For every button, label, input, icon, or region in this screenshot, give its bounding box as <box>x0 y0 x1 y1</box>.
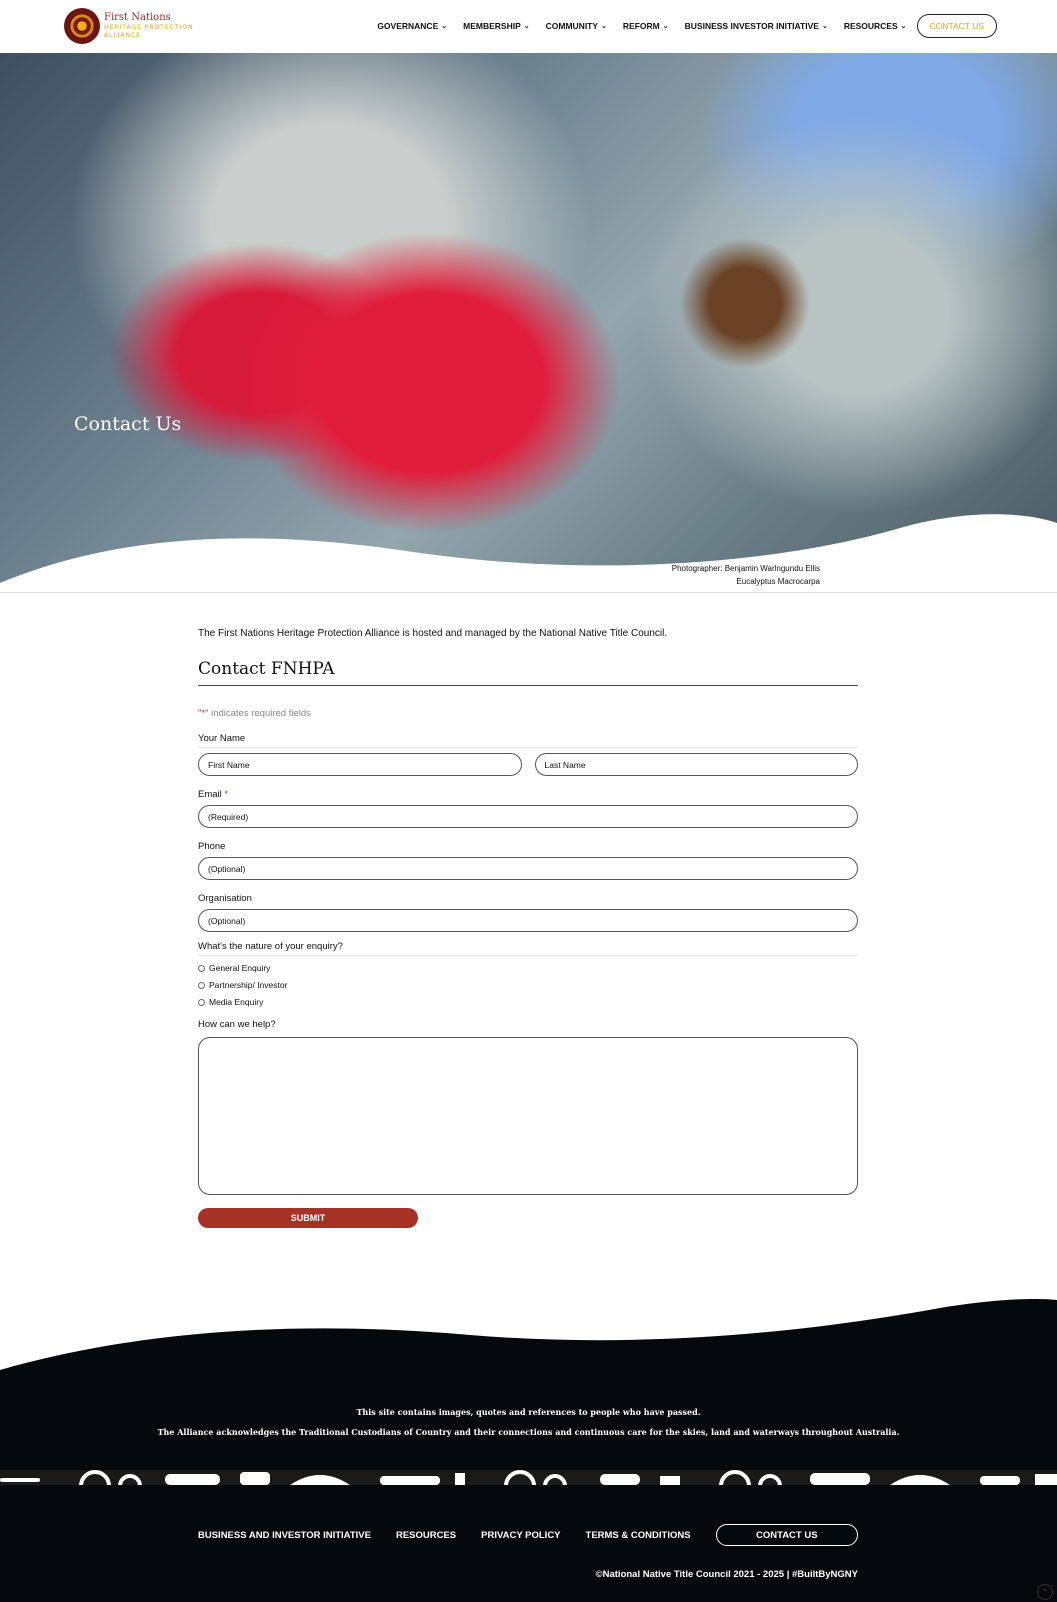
nav-label: RESOURCES <box>843 21 898 31</box>
footer-link-business-investor[interactable]: BUSINESS AND INVESTOR INITIATIVE <box>198 1530 371 1541</box>
caption-species: Eucalyptus Macrocarpa <box>736 577 820 586</box>
first-name-input[interactable]: First Name <box>198 753 522 776</box>
phone-label: Phone <box>198 841 226 852</box>
contact-us-button[interactable]: CONTACT US <box>916 14 997 38</box>
required-fields-note: "*" indicates required fields <box>198 708 858 719</box>
enquiry-group-line <box>198 955 858 956</box>
footer-link-privacy-policy[interactable]: PRIVACY POLICY <box>481 1530 560 1541</box>
logo-emblem-icon <box>64 8 100 44</box>
footer-link-resources[interactable]: RESOURCES <box>396 1530 456 1541</box>
section-divider <box>0 592 1057 593</box>
logo-line-2: HERITAGE PROTECTION <box>104 24 194 31</box>
name-group-line <box>198 747 858 748</box>
radio-label: Media Enquiry <box>209 997 264 1007</box>
radio-button-icon[interactable] <box>198 981 205 989</box>
radio-button-icon[interactable] <box>198 964 205 972</box>
intro-text: The First Nations Heritage Protection Al… <box>198 628 668 639</box>
chevron-down-icon: ⌄ <box>441 23 448 30</box>
back-to-top-button[interactable]: ⌃ <box>1037 1584 1053 1600</box>
footer-link-terms[interactable]: TERMS & CONDITIONS <box>586 1530 691 1541</box>
nav-membership[interactable]: MEMBERSHIP ⌄ <box>463 21 530 31</box>
logo-text: First Nations HERITAGE PROTECTION ALLIAN… <box>104 13 194 39</box>
radio-button-icon[interactable] <box>198 998 205 1006</box>
chevron-up-icon: ⌃ <box>1041 1587 1049 1597</box>
footer-pattern-band <box>0 1470 1057 1485</box>
nav-label: GOVERNANCE <box>377 21 439 31</box>
photo-caption: Photographer: Benjamin Warlngundu Ellis … <box>672 562 820 588</box>
footer-notice-passed: This site contains images, quotes and re… <box>356 1407 701 1417</box>
email-label: Email * <box>198 789 858 800</box>
footer-wave-divider <box>0 1298 1057 1380</box>
page-title: Contact Us <box>74 413 182 435</box>
copyright-text: ©National Native Title Council 2021 - 20… <box>595 1569 858 1580</box>
radio-label: General Enquiry <box>209 963 271 973</box>
nav-label: REFORM <box>622 21 660 31</box>
submit-button[interactable]: SUBMIT <box>198 1208 418 1228</box>
last-name-input[interactable]: Last Name <box>534 753 858 776</box>
main-nav: GOVERNANCE ⌄ MEMBERSHIP ⌄ COMMUNITY ⌄ REFOR… <box>361 14 997 38</box>
chevron-down-icon: ⌄ <box>900 23 907 30</box>
name-fields: First Name Last Name <box>198 753 858 776</box>
footer-acknowledgement: The Alliance acknowledges the Traditiona… <box>157 1427 900 1437</box>
footer-nav: BUSINESS AND INVESTOR INITIATIVE RESOURC… <box>198 1524 858 1546</box>
radio-partnership-investor[interactable]: Partnership/ Investor <box>198 980 858 990</box>
nav-label: COMMUNITY <box>545 21 599 31</box>
site-header: First Nations HERITAGE PROTECTION ALLIAN… <box>0 0 1057 53</box>
main-content: The First Nations Heritage Protection Al… <box>198 628 858 1228</box>
nav-governance[interactable]: GOVERNANCE ⌄ <box>377 21 447 31</box>
email-required-star: * <box>224 789 229 800</box>
form-title: Contact FNHPA <box>198 659 858 686</box>
logo-line-3: ALLIANCE <box>104 32 142 39</box>
radio-label: Partnership/ Investor <box>209 980 288 990</box>
nav-reform[interactable]: REFORM ⌄ <box>623 21 669 31</box>
organisation-input[interactable]: (Optional) <box>198 909 858 932</box>
nav-community[interactable]: COMMUNITY ⌄ <box>546 21 607 31</box>
email-input[interactable]: (Required) <box>198 805 858 828</box>
nav-label: BUSINESS INVESTOR INITIATIVE <box>684 21 819 31</box>
nav-resources[interactable]: RESOURCES ⌄ <box>844 21 907 31</box>
chevron-down-icon: ⌄ <box>821 23 828 30</box>
nav-label: MEMBERSHIP <box>463 21 521 31</box>
phone-input[interactable]: (Optional) <box>198 857 858 880</box>
required-star: "*" <box>198 708 209 719</box>
footer-contact-us-button[interactable]: CONTACT US <box>715 1524 858 1546</box>
organisation-label: Organisation <box>198 893 252 904</box>
nav-business-investor-initiative[interactable]: BUSINESS INVESTOR INITIATIVE ⌄ <box>685 21 828 31</box>
hero-banner: Contact Us <box>0 53 1057 593</box>
radio-media-enquiry[interactable]: Media Enquiry <box>198 997 858 1007</box>
help-label: How can we help? <box>198 1019 276 1030</box>
chevron-down-icon: ⌄ <box>523 23 530 30</box>
logo-line-1: First Nations <box>104 12 171 23</box>
enquiry-label: What's the nature of your enquiry? <box>198 941 343 952</box>
message-textarea[interactable] <box>198 1037 858 1195</box>
chevron-down-icon: ⌄ <box>662 23 669 30</box>
caption-photographer: Photographer: Benjamin Warlngundu Ellis <box>671 564 820 573</box>
name-label: Your Name <box>198 733 246 744</box>
email-label-text: Email <box>198 789 222 800</box>
hero-wave-divider <box>0 514 1057 593</box>
radio-general-enquiry[interactable]: General Enquiry <box>198 963 858 973</box>
required-note-text: indicates required fields <box>208 708 311 719</box>
site-logo[interactable]: First Nations HERITAGE PROTECTION ALLIAN… <box>64 8 194 44</box>
chevron-down-icon: ⌄ <box>601 23 607 30</box>
